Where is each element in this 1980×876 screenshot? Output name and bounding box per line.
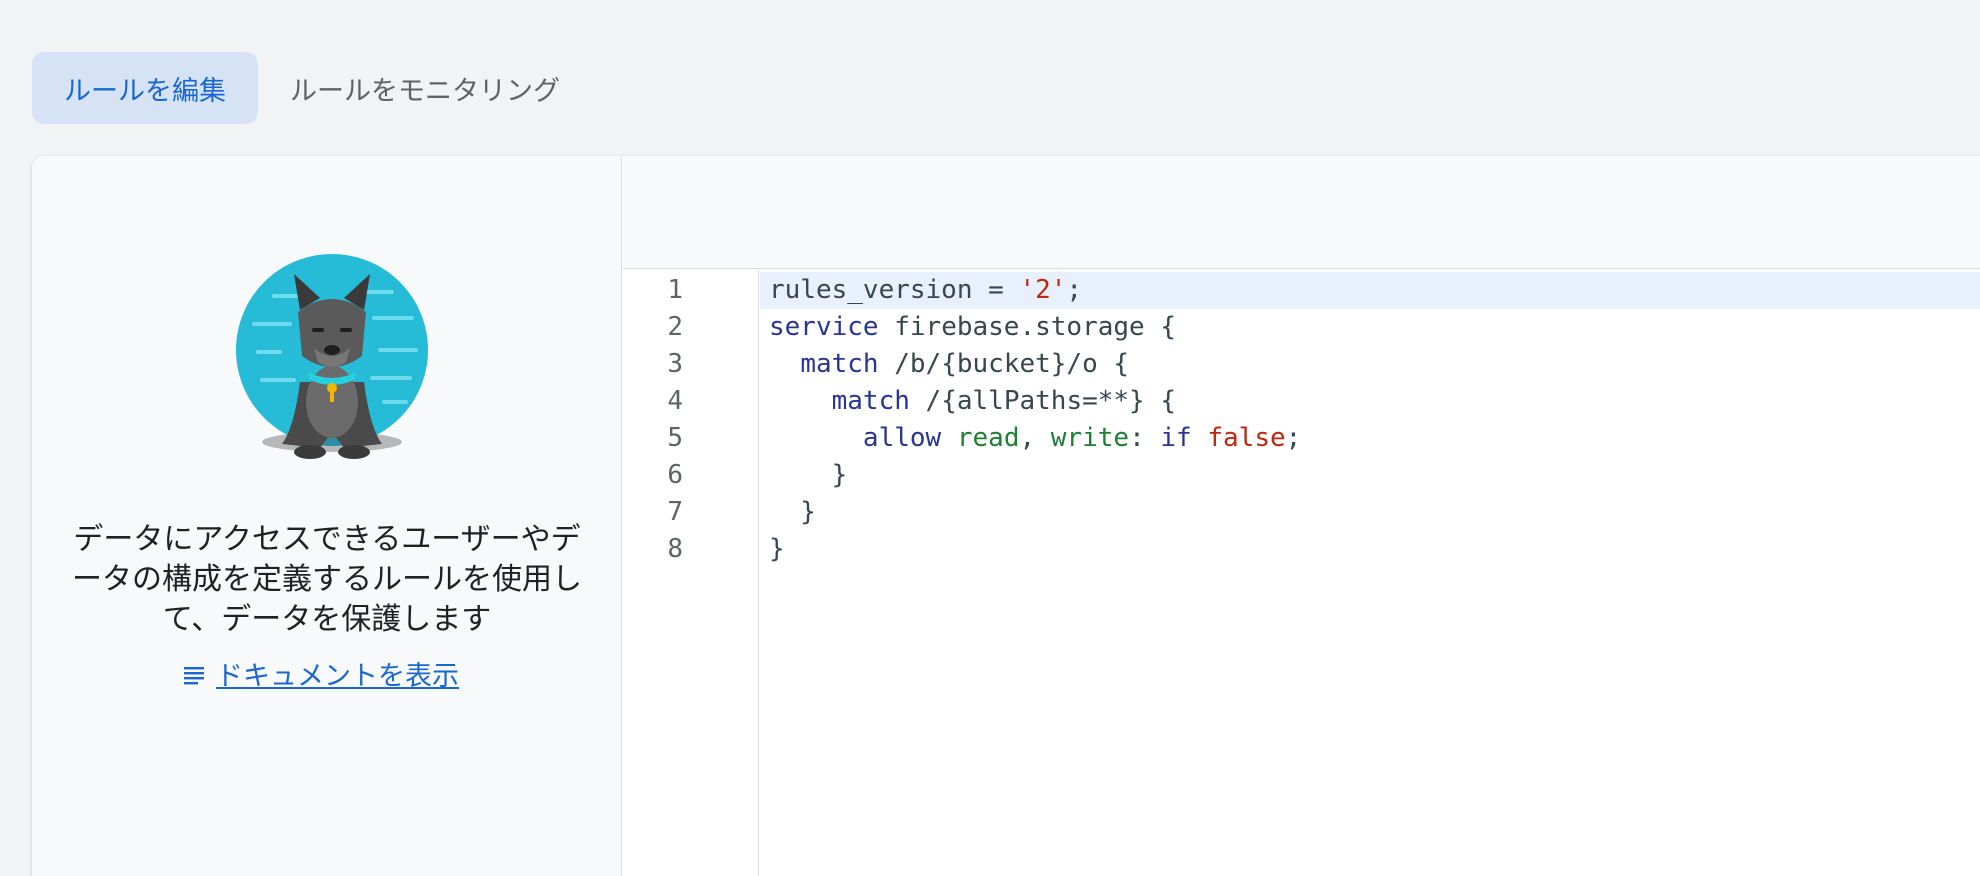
code-line-1[interactable]: rules_version = '2';	[760, 272, 1980, 309]
code-line-7[interactable]: }	[760, 494, 1980, 531]
line-number: 5	[667, 423, 683, 453]
line-number: 7	[667, 497, 683, 527]
info-panel: データにアクセスできるユーザーやデータの構成を定義するルールを使用して、データを…	[32, 156, 622, 876]
code-line-2[interactable]: service firebase.storage {	[760, 309, 1980, 346]
view-docs-link[interactable]: ドキュメントを表示	[182, 654, 459, 693]
tab-bar: ルールを編集 ルールをモニタリング	[32, 52, 592, 124]
tab-monitor-rules[interactable]: ルールをモニタリング	[258, 52, 592, 124]
code-line-3[interactable]: match /b/{bucket}/o {	[760, 346, 1980, 383]
rules-description: データにアクセスできるユーザーやデータの構成を定義するルールを使用して、データを…	[72, 522, 582, 637]
line-number-gutter: 1 2 3 4 5 6 7 8	[623, 270, 759, 876]
code-line-5[interactable]: allow read, write: if false;	[760, 420, 1980, 457]
line-number: 1	[667, 275, 683, 305]
view-docs-label[interactable]: ドキュメントを表示	[216, 654, 459, 693]
code-line-6[interactable]: }	[760, 457, 1980, 494]
code-line-4[interactable]: match /{allPaths=**} {	[760, 383, 1980, 420]
editor-toolbar	[623, 156, 1980, 269]
rules-card: データにアクセスできるユーザーやデータの構成を定義するルールを使用して、データを…	[32, 156, 1980, 876]
line-number: 3	[667, 349, 683, 379]
line-number: 8	[667, 534, 683, 564]
rules-editor: 1 2 3 4 5 6 7 8 rules_version = '2'; ser…	[623, 156, 1980, 876]
line-number: 4	[667, 386, 683, 416]
code-line-8[interactable]: }	[760, 531, 1980, 568]
tab-edit-rules[interactable]: ルールを編集	[32, 52, 258, 124]
dog-mascot-illustration	[236, 254, 428, 459]
list-icon	[184, 666, 204, 684]
code-area[interactable]: rules_version = '2'; service firebase.st…	[760, 270, 1980, 876]
line-number: 2	[667, 312, 683, 342]
line-number: 6	[667, 460, 683, 490]
